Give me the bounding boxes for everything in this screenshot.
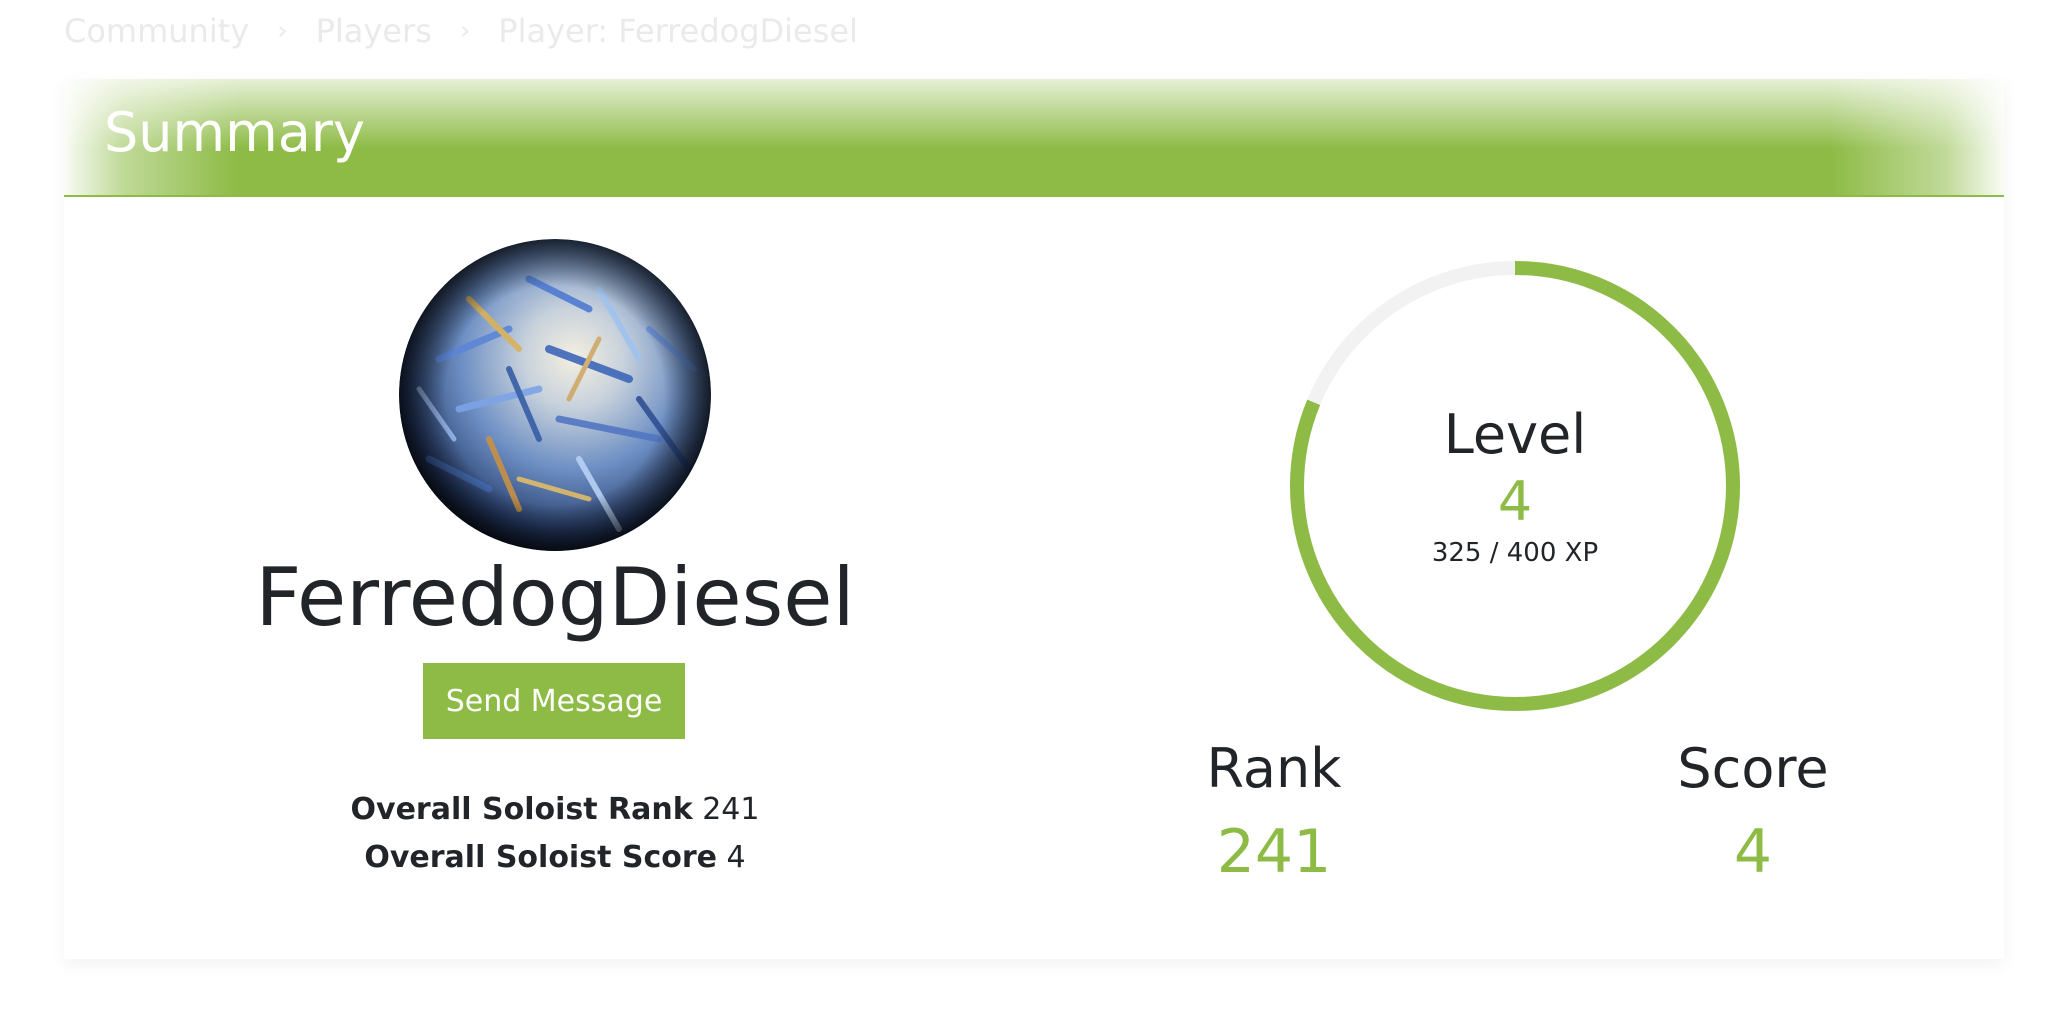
summary-header: Summary — [64, 79, 2004, 197]
player-name: FerredogDiesel — [255, 551, 855, 644]
score-value: 4 — [1733, 817, 1773, 887]
level-value: 4 — [1497, 470, 1533, 533]
breadcrumb-players[interactable]: Players — [316, 12, 432, 50]
avatar-image — [399, 239, 711, 551]
level-xp: 325 / 400 XP — [1431, 538, 1599, 568]
rank-label: Rank — [1206, 737, 1342, 800]
overall-rank-label: Overall Soloist Rank — [350, 792, 693, 827]
overall-score-value: 4 — [726, 840, 746, 875]
send-message-button[interactable]: Send Message — [423, 663, 685, 739]
breadcrumb-current: Player: FerredogDiesel — [498, 12, 858, 50]
avatar — [399, 239, 711, 551]
level-label: Level — [1443, 403, 1587, 466]
breadcrumb-separator: › — [459, 16, 471, 46]
overall-soloist-rank: Overall Soloist Rank 241 — [200, 788, 910, 832]
overall-rank-value: 241 — [702, 792, 760, 827]
breadcrumb-separator: › — [277, 16, 288, 46]
score-label: Score — [1677, 737, 1829, 800]
rank-value: 241 — [1216, 817, 1332, 887]
breadcrumb: Community › Players › Player: FerredogDi… — [64, 6, 858, 56]
summary-title: Summary — [104, 101, 365, 164]
overall-soloist-score: Overall Soloist Score 4 — [200, 836, 910, 880]
overall-score-label: Overall Soloist Score — [364, 840, 717, 875]
breadcrumb-community[interactable]: Community — [64, 12, 249, 50]
